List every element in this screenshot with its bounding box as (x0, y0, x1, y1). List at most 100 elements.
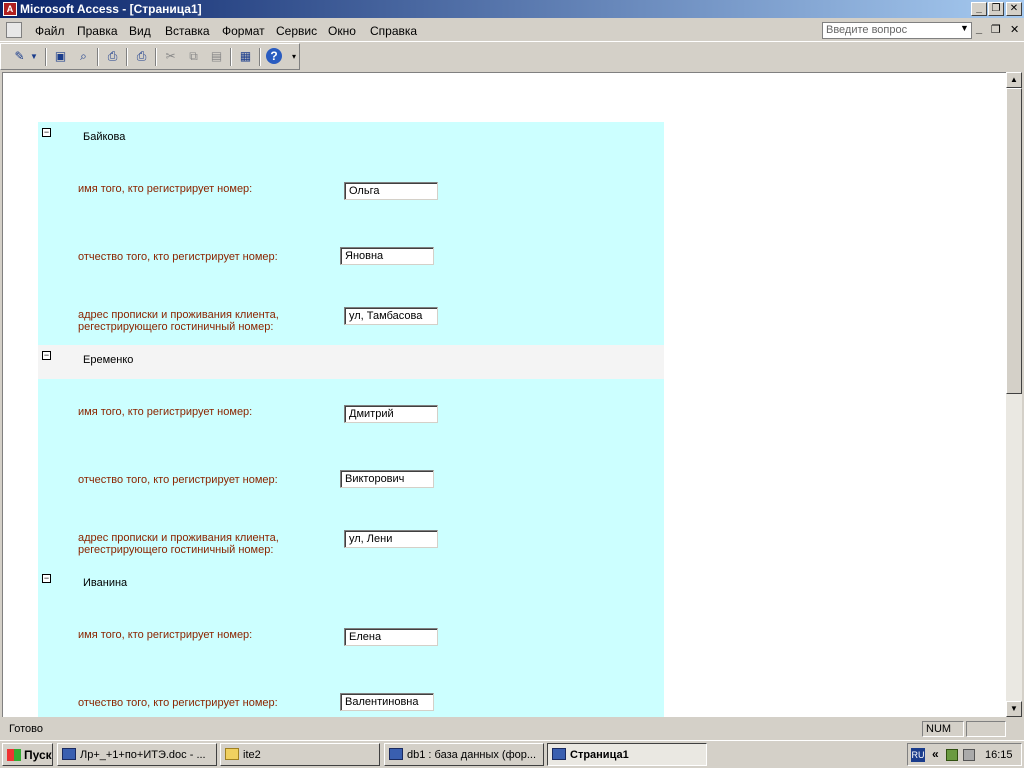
task-database[interactable]: db1 : база данных (фор... (384, 743, 544, 766)
menu-edit[interactable]: Правка (77, 24, 118, 38)
address-label: адрес прописки и проживания клиента, (78, 309, 279, 321)
help-icon[interactable]: ? (266, 48, 282, 64)
menu-tools[interactable]: Сервис (276, 24, 317, 38)
address-label-line2: регестрирующего гостиничный номер: (78, 544, 274, 556)
doc-close-button[interactable]: ✕ (1010, 23, 1019, 36)
restore-button[interactable]: ❐ (988, 2, 1004, 16)
patronymic-label: отчество того, кто регистрирует номер: (78, 474, 278, 486)
group-body: имя того, кто регистрирует номер: Елена … (38, 602, 664, 717)
page-preview-icon[interactable]: ⎙ (104, 48, 121, 65)
paste-icon[interactable]: ▤ (208, 48, 225, 65)
page-icon (552, 748, 566, 760)
group-header: − Байкова (38, 122, 664, 156)
copy-icon[interactable]: ⧉ (185, 48, 202, 65)
toolbar-separator (259, 48, 261, 66)
menu-window[interactable]: Окно (328, 24, 356, 38)
first-name-field[interactable]: Дмитрий (344, 405, 438, 423)
toolbar-separator (126, 48, 128, 66)
toolbar-separator (97, 48, 99, 66)
minimize-button[interactable]: _ (971, 2, 987, 16)
group-body: имя того, кто регистрирует номер: Ольга … (38, 156, 664, 345)
first-name-label: имя того, кто регистрирует номер: (78, 406, 253, 418)
menu-format[interactable]: Формат (222, 24, 265, 38)
windows-logo-icon (7, 749, 21, 761)
ask-dropdown-arrow-icon[interactable]: ▼ (960, 23, 969, 33)
address-field[interactable]: ул, Лени (344, 530, 438, 548)
num-lock-indicator: NUM (922, 721, 964, 737)
status-text: Готово (9, 723, 43, 735)
group-header: − Иванина (38, 568, 664, 602)
group-header: − Еременко (38, 345, 664, 379)
task-label: Лр+_+1+по+ИТЭ.doc - ... (80, 749, 206, 761)
title-bar: A Microsoft Access - [Страница1] _ ❐ ✕ (0, 0, 1024, 18)
database-window-icon[interactable]: ▦ (237, 48, 254, 65)
task-folder[interactable]: ite2 (220, 743, 380, 766)
menu-insert[interactable]: Вставка (165, 24, 210, 38)
doc-minimize-button[interactable]: _ (976, 23, 982, 35)
address-label-line2: регестрирующего гостиничный номер: (78, 321, 274, 333)
status-bar: Готово NUM (0, 719, 1024, 739)
scroll-up-icon[interactable]: ▲ (1006, 72, 1022, 88)
patronymic-label: отчество того, кто регистрирует номер: (78, 251, 278, 263)
task-label: ite2 (243, 749, 261, 761)
data-access-page: − Байкова имя того, кто регистрирует ном… (2, 72, 1006, 717)
tray-app-icon[interactable] (946, 749, 958, 761)
patronymic-field[interactable]: Яновна (340, 247, 434, 265)
page-doc-icon[interactable] (6, 22, 22, 38)
first-name-field[interactable]: Елена (344, 628, 438, 646)
patronymic-label: отчество того, кто регистрирует номер: (78, 697, 278, 709)
toolbar-separator (155, 48, 157, 66)
first-name-label: имя того, кто регистрирует номер: (78, 629, 253, 641)
collapse-icon[interactable]: − (42, 351, 51, 360)
group-surname: Еременко (83, 354, 134, 366)
scroll-down-icon[interactable]: ▼ (1006, 701, 1022, 717)
word-icon (62, 748, 76, 760)
patronymic-field[interactable]: Викторович (340, 470, 434, 488)
menu-bar: Файл Правка Вид Вставка Формат Сервис Ок… (0, 19, 1024, 42)
status-panel-empty (966, 721, 1006, 737)
collapse-icon[interactable]: − (42, 574, 51, 583)
close-button[interactable]: ✕ (1006, 2, 1022, 16)
toolbar-options-icon[interactable]: ▾ (289, 48, 299, 65)
toolbar-separator (45, 48, 47, 66)
cut-icon[interactable]: ✂ (162, 48, 179, 65)
address-label: адрес прописки и проживания клиента, (78, 532, 279, 544)
group-surname: Байкова (83, 131, 126, 143)
menu-help[interactable]: Справка (370, 24, 417, 38)
group-surname: Иванина (83, 577, 128, 589)
access-app-icon[interactable]: A (3, 2, 17, 16)
design-view-icon[interactable]: ✎ (11, 48, 28, 65)
taskbar: Пуск Лр+_+1+по+ИТЭ.doc - ... ite2 db1 : … (0, 740, 1024, 768)
group-body: имя того, кто регистрирует номер: Дмитри… (38, 379, 664, 568)
collapse-icon[interactable]: − (42, 128, 51, 137)
task-word-document[interactable]: Лр+_+1+по+ИТЭ.doc - ... (57, 743, 217, 766)
ask-question-input[interactable]: Введите вопрос (822, 22, 972, 39)
task-page[interactable]: Страница1 (547, 743, 707, 766)
first-name-field[interactable]: Ольга (344, 182, 438, 200)
search-file-icon[interactable]: ⌕ (75, 48, 92, 65)
language-indicator[interactable]: RU (911, 748, 925, 762)
print-icon[interactable]: ⎙ (133, 48, 150, 65)
tray-network-icon[interactable] (963, 749, 975, 761)
database-icon (389, 748, 403, 760)
start-button[interactable]: Пуск (2, 743, 53, 766)
standard-toolbar: ✎ ▼ ▣ ⌕ ⎙ ⎙ ✂ ⧉ ▤ ▦ ? ▾ (0, 43, 300, 70)
clock[interactable]: 16:15 (985, 749, 1013, 761)
save-icon[interactable]: ▣ (52, 48, 69, 65)
view-dropdown-icon[interactable]: ▼ (29, 48, 39, 65)
doc-restore-button[interactable]: ❐ (991, 23, 1001, 36)
tray-expand-icon[interactable]: « (932, 747, 939, 761)
first-name-label: имя того, кто регистрирует номер: (78, 183, 253, 195)
menu-view[interactable]: Вид (129, 24, 151, 38)
patronymic-field[interactable]: Валентиновна (340, 693, 434, 711)
scroll-thumb[interactable] (1006, 88, 1022, 394)
menu-file[interactable]: Файл (35, 24, 65, 38)
task-label: Страница1 (570, 749, 629, 761)
address-field[interactable]: ул, Тамбасова (344, 307, 438, 325)
folder-icon (225, 748, 239, 760)
task-label: db1 : база данных (фор... (407, 749, 537, 761)
start-label: Пуск (24, 748, 52, 762)
system-tray: RU « 16:15 (907, 743, 1022, 766)
vertical-scrollbar[interactable]: ▲ ▼ (1006, 72, 1022, 717)
window-title: Microsoft Access - [Страница1] (20, 2, 202, 16)
